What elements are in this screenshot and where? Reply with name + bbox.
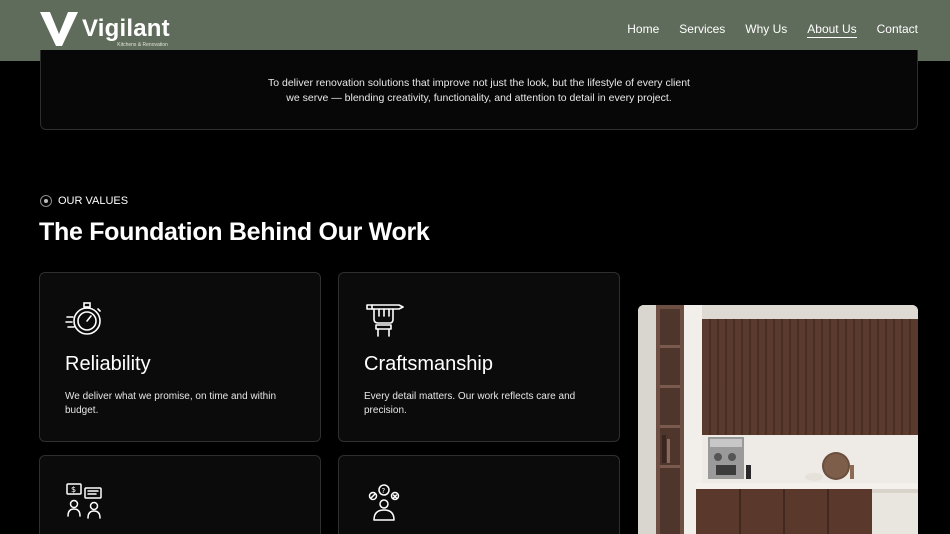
kitchen-illustration [638,305,918,534]
bullet-dot-icon [40,195,52,207]
main-nav: Home Services Why Us About Us Contact [627,21,918,38]
kitchen-photo [638,305,918,534]
mission-line-2: we serve — blending creativity, function… [286,92,672,104]
value-card-craftsmanship: Craftsmanship Every detail matters. Our … [338,272,620,442]
section-eyebrow: OUR VALUES [40,195,128,207]
vigilant-logo-icon [40,12,78,46]
nav-contact[interactable]: Contact [877,21,918,38]
section-title: The Foundation Behind Our Work [39,218,430,246]
value-card-3: $ [39,455,321,534]
value-card-description: Every detail matters. Our work reflects … [364,391,576,416]
stopwatch-icon [65,302,101,335]
value-card-4: ? [338,455,620,534]
nav-home[interactable]: Home [627,21,659,38]
nav-services[interactable]: Services [679,21,725,38]
idea-person-icon: ? [368,484,400,521]
brand-logo[interactable]: Vigilant Kitchens & Renovation [40,12,170,48]
mission-card: To deliver renovation solutions that imp… [40,50,918,130]
value-card-reliability: Reliability We deliver what we promise, … [39,272,321,442]
nav-about-us[interactable]: About Us [807,21,857,38]
nav-why-us[interactable]: Why Us [745,21,787,38]
people-chat-icon: $ [66,483,102,519]
svg-text:$: $ [71,485,76,494]
brand-tagline: Kitchens & Renovation [117,42,168,48]
value-card-description: We deliver what we promise, on time and … [65,391,277,416]
hand-pencil-icon [366,304,404,337]
value-card-title: Craftsmanship [364,353,493,375]
brand-name: Vigilant [82,15,170,42]
section-eyebrow-label: OUR VALUES [58,195,129,207]
mission-line-1: To deliver renovation solutions that imp… [268,77,690,89]
value-card-title: Reliability [65,353,151,375]
svg-text:?: ? [382,487,386,495]
mission-statement: To deliver renovation solutions that imp… [41,76,917,106]
